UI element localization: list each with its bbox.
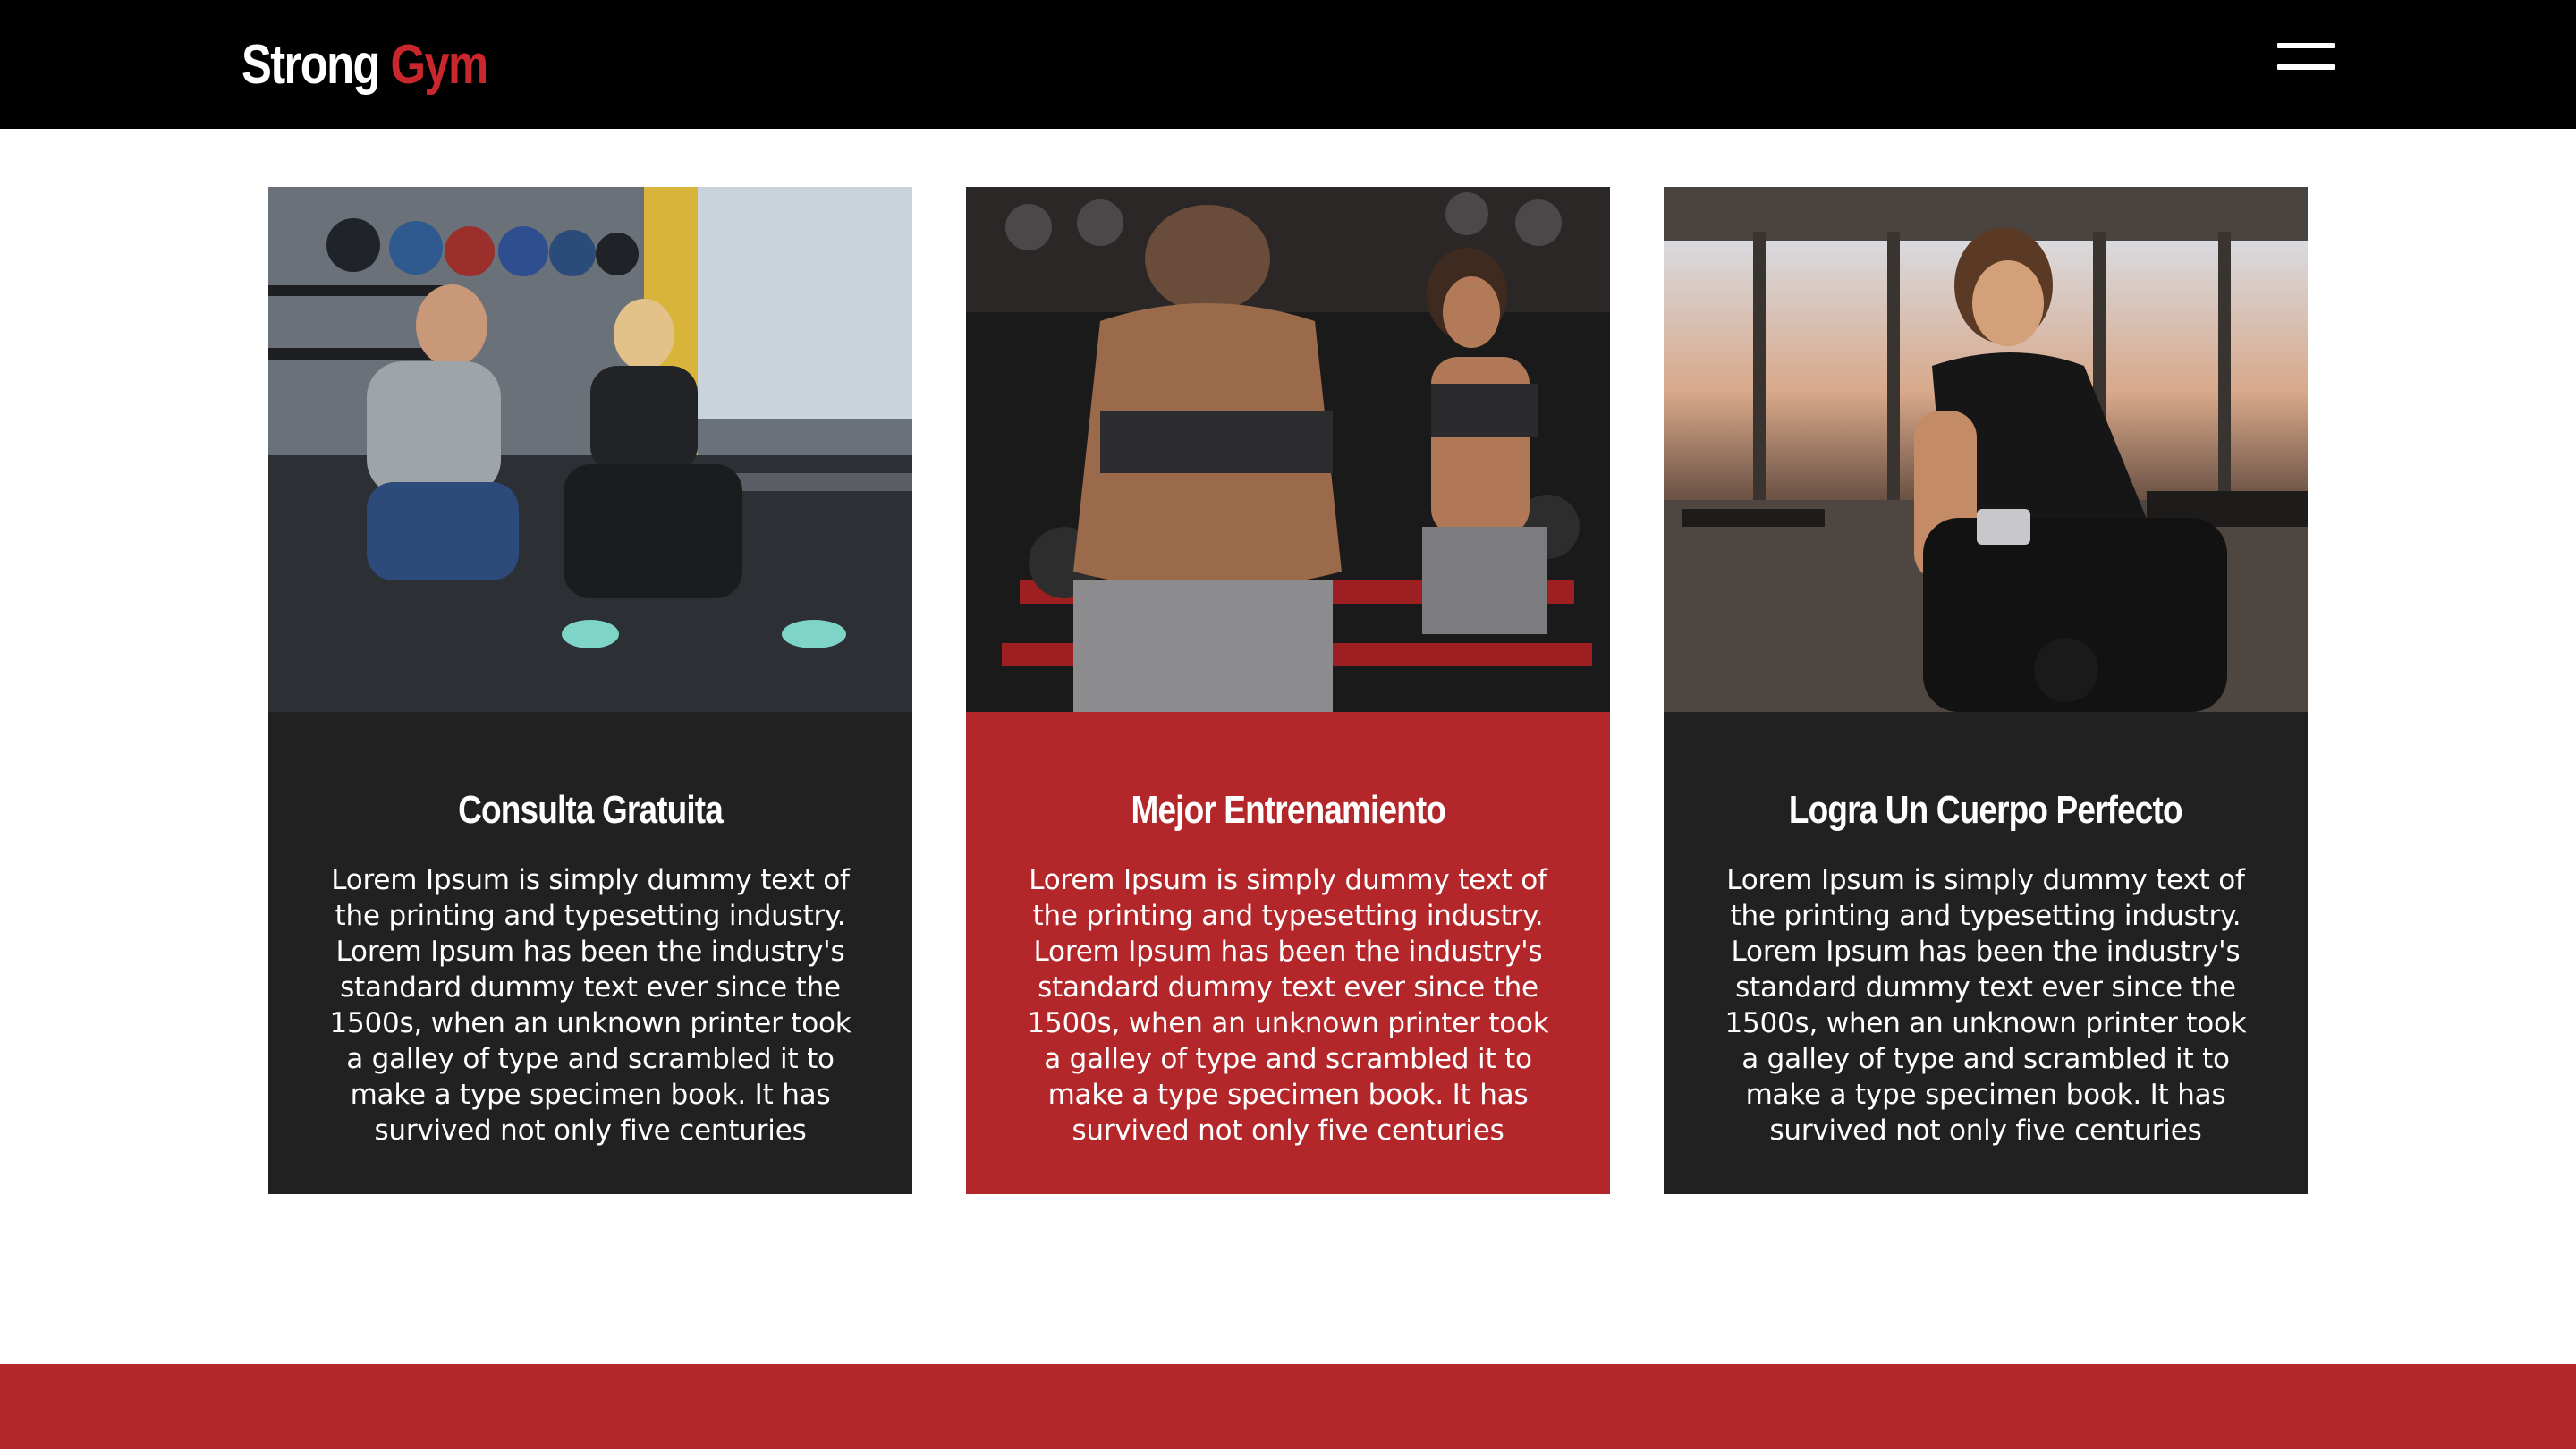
logo-text-gym: Gym bbox=[390, 34, 488, 96]
service-card-consulta[interactable]: Consulta Gratuita Lorem Ipsum is simply … bbox=[268, 187, 912, 1194]
card-title: Consulta Gratuita bbox=[458, 788, 724, 832]
card-description: Lorem Ipsum is simply dummy text of the … bbox=[329, 864, 852, 1147]
hamburger-menu-icon[interactable] bbox=[2277, 39, 2334, 75]
card-photo-women-lifting bbox=[966, 187, 1610, 712]
card-body: Logra Un Cuerpo Perfecto Lorem Ipsum is … bbox=[1664, 712, 2308, 1194]
card-description: Lorem Ipsum is simply dummy text of the … bbox=[1724, 864, 2247, 1147]
service-card-cuerpo-perfecto[interactable]: Logra Un Cuerpo Perfecto Lorem Ipsum is … bbox=[1664, 187, 2308, 1194]
footer-band bbox=[0, 1364, 2576, 1449]
card-description: Lorem Ipsum is simply dummy text of the … bbox=[1027, 864, 1549, 1147]
card-title: Mejor Entrenamiento bbox=[1131, 788, 1445, 832]
menu-bar-bottom bbox=[2277, 64, 2334, 70]
logo-text-strong: Strong bbox=[242, 34, 381, 96]
menu-bar-top bbox=[2277, 43, 2334, 48]
card-title: Logra Un Cuerpo Perfecto bbox=[1789, 788, 2183, 832]
card-body: Consulta Gratuita Lorem Ipsum is simply … bbox=[268, 712, 912, 1194]
card-body: Mejor Entrenamiento Lorem Ipsum is simpl… bbox=[966, 712, 1610, 1194]
top-navbar: Strong Gym bbox=[0, 0, 2576, 129]
card-photo-woman-phone bbox=[1664, 187, 2308, 712]
site-logo[interactable]: Strong Gym bbox=[242, 29, 488, 102]
service-card-entrenamiento[interactable]: Mejor Entrenamiento Lorem Ipsum is simpl… bbox=[966, 187, 1610, 1194]
card-photo-trainer-client bbox=[268, 187, 912, 712]
